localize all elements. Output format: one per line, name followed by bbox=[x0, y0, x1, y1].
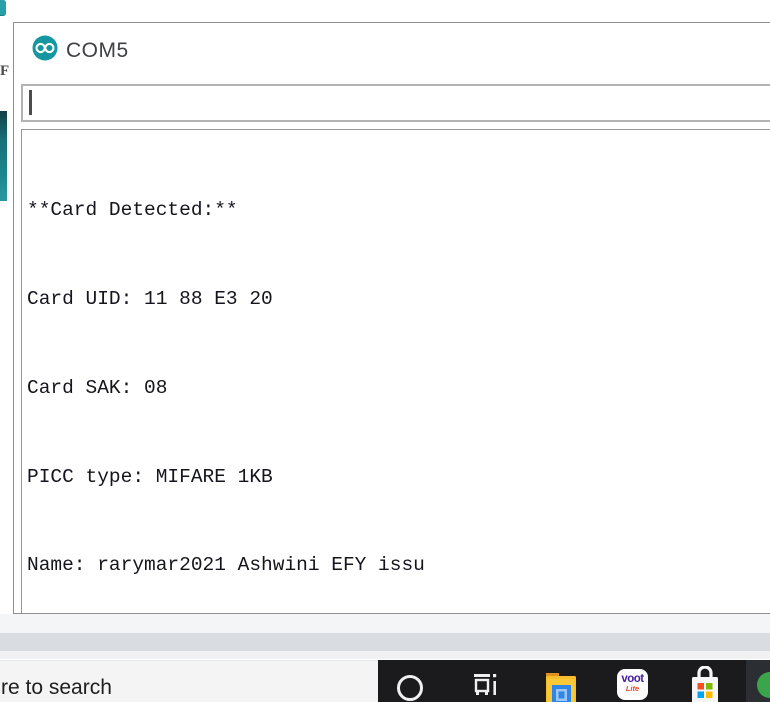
window-title: COM5 bbox=[66, 39, 129, 62]
cortana-search-icon[interactable] bbox=[397, 675, 423, 701]
serial-output-line: PICC type: MIFARE 1KB bbox=[27, 465, 273, 488]
ide-fragment-teal-strip bbox=[0, 111, 7, 201]
ide-fragment-letter: F bbox=[0, 63, 10, 79]
serial-output-line: **Card Detected:** bbox=[27, 199, 238, 222]
task-view-icon[interactable] bbox=[471, 669, 499, 697]
desktop-strip bbox=[0, 614, 770, 633]
screen: F COM5 **Card Detected:** Card UID: 11 8… bbox=[0, 0, 770, 702]
windows-taskbar: re to search voot Lite bbox=[0, 660, 770, 702]
desktop-strip bbox=[0, 651, 770, 660]
serial-output-line: Card SAK: 08 bbox=[27, 376, 168, 399]
serial-output-area[interactable]: **Card Detected:** Card UID: 11 88 E3 20… bbox=[21, 129, 770, 665]
voot-lite-icon[interactable]: voot Lite bbox=[617, 669, 648, 700]
serial-output-line: Name: rarymar2021 Ashwini EFY issu bbox=[27, 554, 425, 577]
search-placeholder-text: re to search bbox=[1, 676, 112, 699]
voot-lite-label: Lite bbox=[625, 684, 640, 693]
microsoft-store-icon[interactable] bbox=[688, 666, 722, 702]
taskbar-icon-region: voot Lite bbox=[378, 660, 770, 702]
serial-send-input[interactable] bbox=[21, 84, 770, 122]
ide-fragment-teal-icon bbox=[0, 0, 6, 15]
serial-output-line: Card UID: 11 88 E3 20 bbox=[27, 287, 273, 310]
text-cursor bbox=[29, 90, 32, 115]
file-explorer-icon[interactable] bbox=[544, 671, 578, 702]
desktop-strip bbox=[0, 633, 770, 651]
arduino-icon bbox=[32, 35, 58, 61]
window-titlebar[interactable]: COM5 bbox=[14, 23, 770, 83]
serial-monitor-window: COM5 **Card Detected:** Card UID: 11 88 … bbox=[13, 22, 770, 665]
taskbar-search-box[interactable]: re to search bbox=[0, 660, 378, 702]
